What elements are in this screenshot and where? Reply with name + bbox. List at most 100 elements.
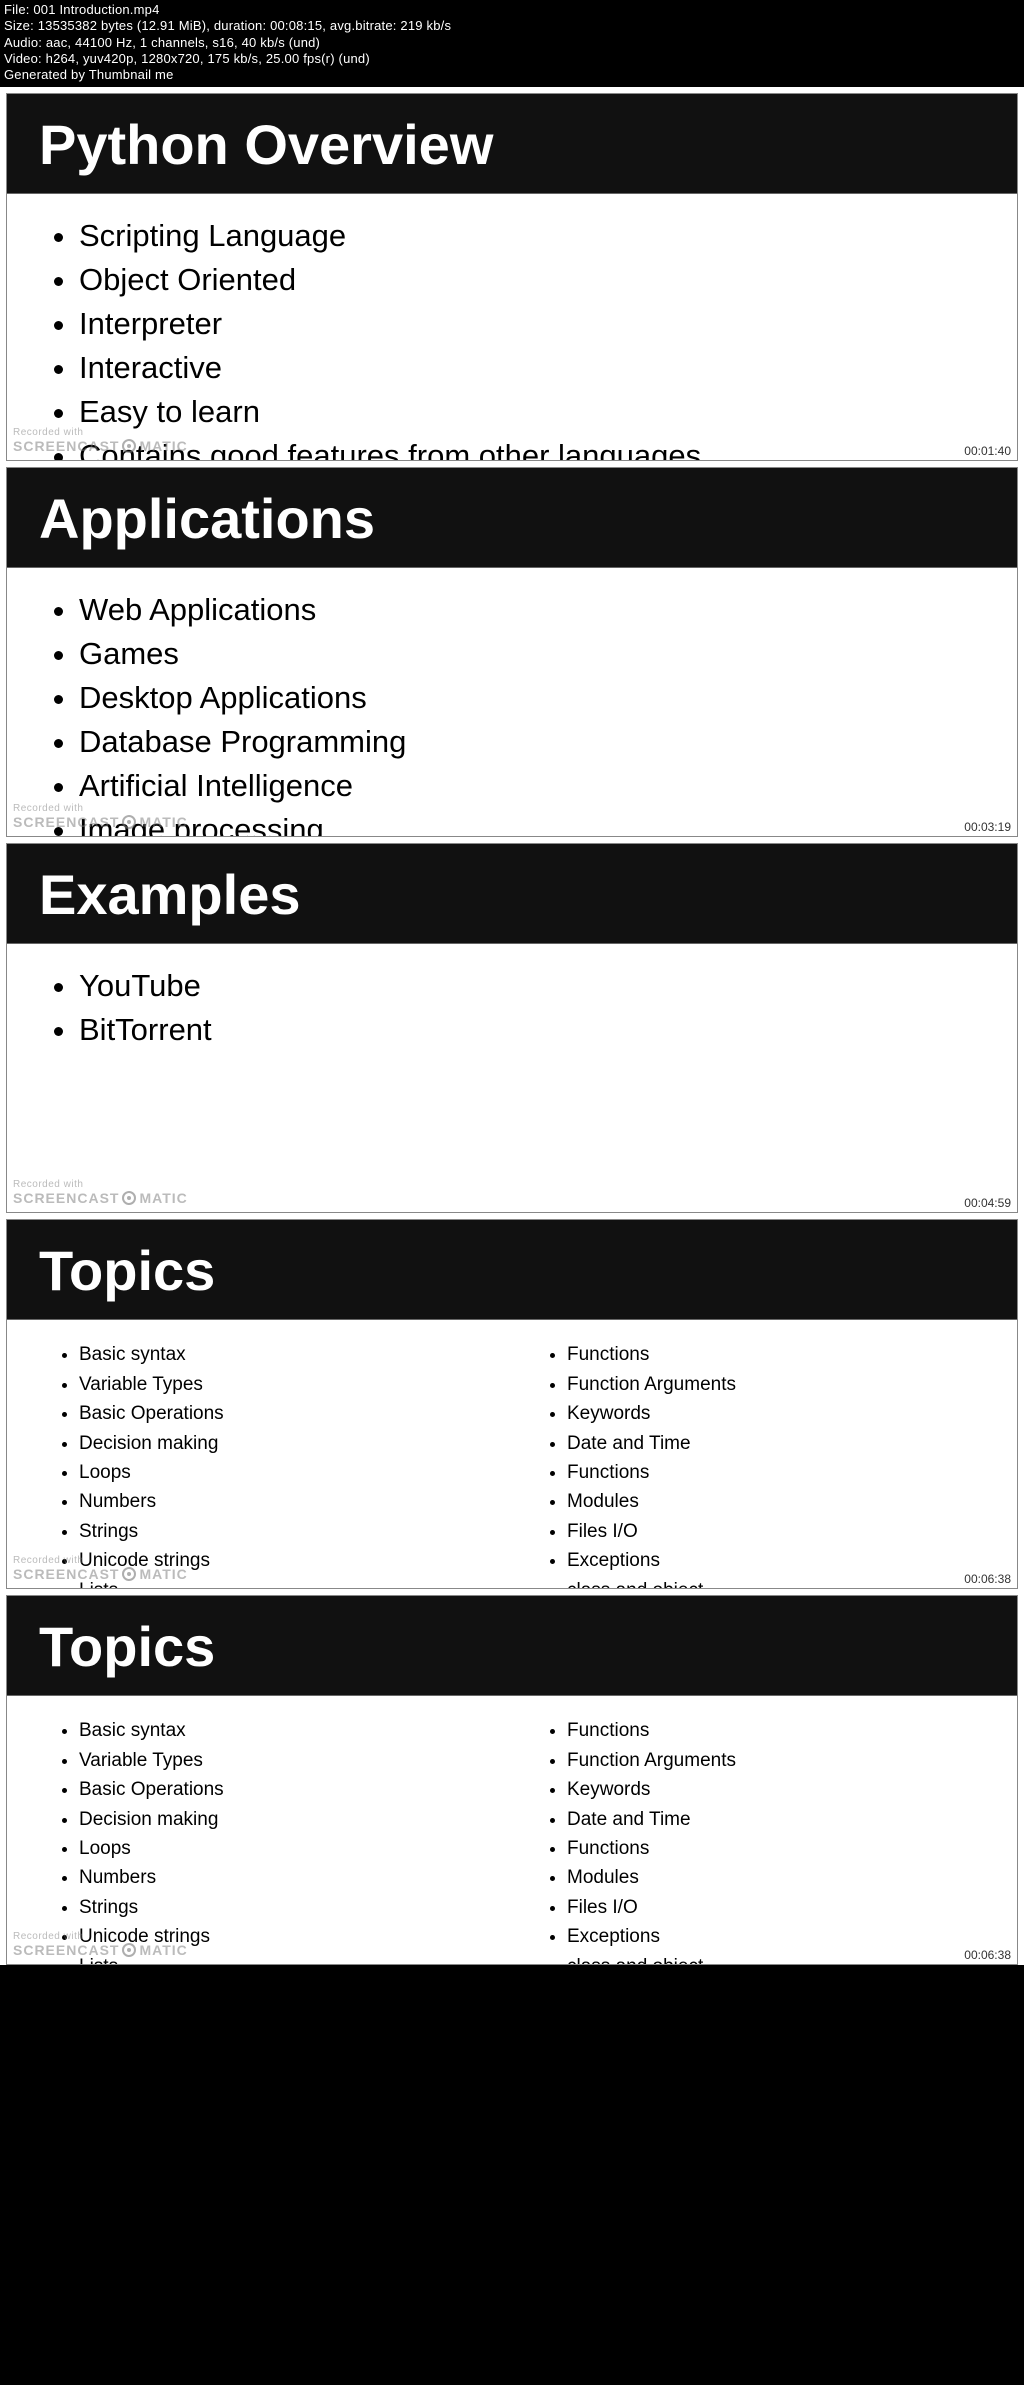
watermark-text-a: SCREENCAST: [13, 1566, 119, 1582]
watermark-line2: SCREENCAST MATIC: [13, 1942, 188, 1958]
slide-list-col2: Functions Function Arguments Keywords Da…: [551, 1716, 999, 1965]
timestamp: 00:06:38: [964, 1948, 1011, 1962]
list-item: Function Arguments: [567, 1370, 999, 1399]
list-item: Easy to learn: [79, 390, 999, 434]
timestamp: 00:03:19: [964, 820, 1011, 834]
meta-audio: Audio: aac, 44100 Hz, 1 channels, s16, 4…: [4, 35, 1020, 51]
list-item: Functions: [567, 1834, 999, 1863]
slide-title: Python Overview: [7, 94, 1017, 194]
list-item: BitTorrent: [79, 1008, 999, 1052]
watermark: Recorded with SCREENCAST MATIC: [13, 427, 188, 454]
list-item: Modules: [567, 1863, 999, 1892]
watermark-text-b: MATIC: [139, 1190, 187, 1206]
watermark-line2: SCREENCAST MATIC: [13, 814, 188, 830]
list-item: Functions: [567, 1458, 999, 1487]
list-item: Modules: [567, 1487, 999, 1516]
list-item: Keywords: [567, 1775, 999, 1804]
watermark-text-a: SCREENCAST: [13, 1190, 119, 1206]
list-item: Date and Time: [567, 1429, 999, 1458]
slide-body: YouTube BitTorrent: [7, 944, 1017, 1062]
list-item: Contains good features from other langua…: [79, 434, 999, 461]
watermark-text-b: MATIC: [139, 1566, 187, 1582]
timestamp: 00:04:59: [964, 1196, 1011, 1210]
thumbnail-4: Topics Basic syntax Variable Types Basic…: [6, 1219, 1018, 1589]
thumbnail-5: Topics Basic syntax Variable Types Basic…: [6, 1595, 1018, 1965]
slide-list: YouTube BitTorrent: [63, 964, 999, 1052]
two-column-list: Basic syntax Variable Types Basic Operat…: [63, 1716, 999, 1965]
list-item: Files I/O: [567, 1517, 999, 1546]
list-item: Desktop Applications: [79, 676, 999, 720]
watermark-line1: Recorded with: [13, 1555, 188, 1566]
watermark-line2: SCREENCAST MATIC: [13, 1566, 188, 1582]
watermark: Recorded with SCREENCAST MATIC: [13, 1931, 188, 1958]
list-item: Loops: [79, 1834, 511, 1863]
timestamp: 00:01:40: [964, 444, 1011, 458]
slide-body: Web Applications Games Desktop Applicati…: [7, 568, 1017, 837]
list-item: Exceptions: [567, 1922, 999, 1951]
watermark-text-a: SCREENCAST: [13, 1942, 119, 1958]
list-item: Scripting Language: [79, 214, 999, 258]
watermark-circle-icon: [122, 815, 136, 829]
watermark-line1: Recorded with: [13, 1931, 188, 1942]
list-item: Web Applications: [79, 588, 999, 632]
list-item: Variable Types: [79, 1370, 511, 1399]
list-item: Strings: [79, 1893, 511, 1922]
list-item: Decision making: [79, 1805, 511, 1834]
watermark: Recorded with SCREENCAST MATIC: [13, 1555, 188, 1582]
watermark-line1: Recorded with: [13, 427, 188, 438]
list-item: Decision making: [79, 1429, 511, 1458]
list-item: YouTube: [79, 964, 999, 1008]
list-item: Numbers: [79, 1863, 511, 1892]
meta-generated: Generated by Thumbnail me: [4, 67, 1020, 83]
list-item: Functions: [567, 1340, 999, 1369]
slide-list-col1: Basic syntax Variable Types Basic Operat…: [63, 1716, 511, 1965]
list-item: Interpreter: [79, 302, 999, 346]
list-item: Function Arguments: [567, 1746, 999, 1775]
list-item: Variable Types: [79, 1746, 511, 1775]
watermark-text-b: MATIC: [139, 438, 187, 454]
watermark: Recorded with SCREENCAST MATIC: [13, 1179, 188, 1206]
slide-list-col1: Basic syntax Variable Types Basic Operat…: [63, 1340, 511, 1589]
list-item: class and object: [567, 1952, 999, 1966]
slide-title: Examples: [7, 844, 1017, 944]
list-item: Date and Time: [567, 1805, 999, 1834]
list-item: Files I/O: [567, 1893, 999, 1922]
watermark-line2: SCREENCAST MATIC: [13, 1190, 188, 1206]
thumbnail-2: Applications Web Applications Games Desk…: [6, 467, 1018, 837]
list-item: Basic Operations: [79, 1399, 511, 1428]
list-item: Object Oriented: [79, 258, 999, 302]
list-item: class and object: [567, 1576, 999, 1590]
slide-body: Basic syntax Variable Types Basic Operat…: [7, 1320, 1017, 1589]
watermark-text-b: MATIC: [139, 1942, 187, 1958]
watermark-text-a: SCREENCAST: [13, 814, 119, 830]
slide-title: Topics: [7, 1596, 1017, 1696]
watermark-text-b: MATIC: [139, 814, 187, 830]
list-item: Strings: [79, 1517, 511, 1546]
list-item: Numbers: [79, 1487, 511, 1516]
timestamp: 00:06:38: [964, 1572, 1011, 1586]
list-item: Basic syntax: [79, 1340, 511, 1369]
list-item: Artificial Intelligence: [79, 764, 999, 808]
list-item: Basic Operations: [79, 1775, 511, 1804]
list-item: Loops: [79, 1458, 511, 1487]
list-item: Exceptions: [567, 1546, 999, 1575]
list-item: Functions: [567, 1716, 999, 1745]
slide-body: Scripting Language Object Oriented Inter…: [7, 194, 1017, 461]
list-item: Games: [79, 632, 999, 676]
watermark-line1: Recorded with: [13, 1179, 188, 1190]
thumbnail-3: Examples YouTube BitTorrent Recorded wit…: [6, 843, 1018, 1213]
meta-file: File: 001 Introduction.mp4: [4, 2, 1020, 18]
watermark-line2: SCREENCAST MATIC: [13, 438, 188, 454]
video-metadata: File: 001 Introduction.mp4 Size: 1353538…: [0, 0, 1024, 87]
slide-body: Basic syntax Variable Types Basic Operat…: [7, 1696, 1017, 1965]
watermark-circle-icon: [122, 1567, 136, 1581]
list-item: Keywords: [567, 1399, 999, 1428]
watermark-circle-icon: [122, 1943, 136, 1957]
list-item: Interactive: [79, 346, 999, 390]
watermark-text-a: SCREENCAST: [13, 438, 119, 454]
slide-list-col2: Functions Function Arguments Keywords Da…: [551, 1340, 999, 1589]
watermark: Recorded with SCREENCAST MATIC: [13, 803, 188, 830]
list-item: Image processing: [79, 808, 999, 837]
slide-list: Web Applications Games Desktop Applicati…: [63, 588, 999, 837]
watermark-circle-icon: [122, 439, 136, 453]
